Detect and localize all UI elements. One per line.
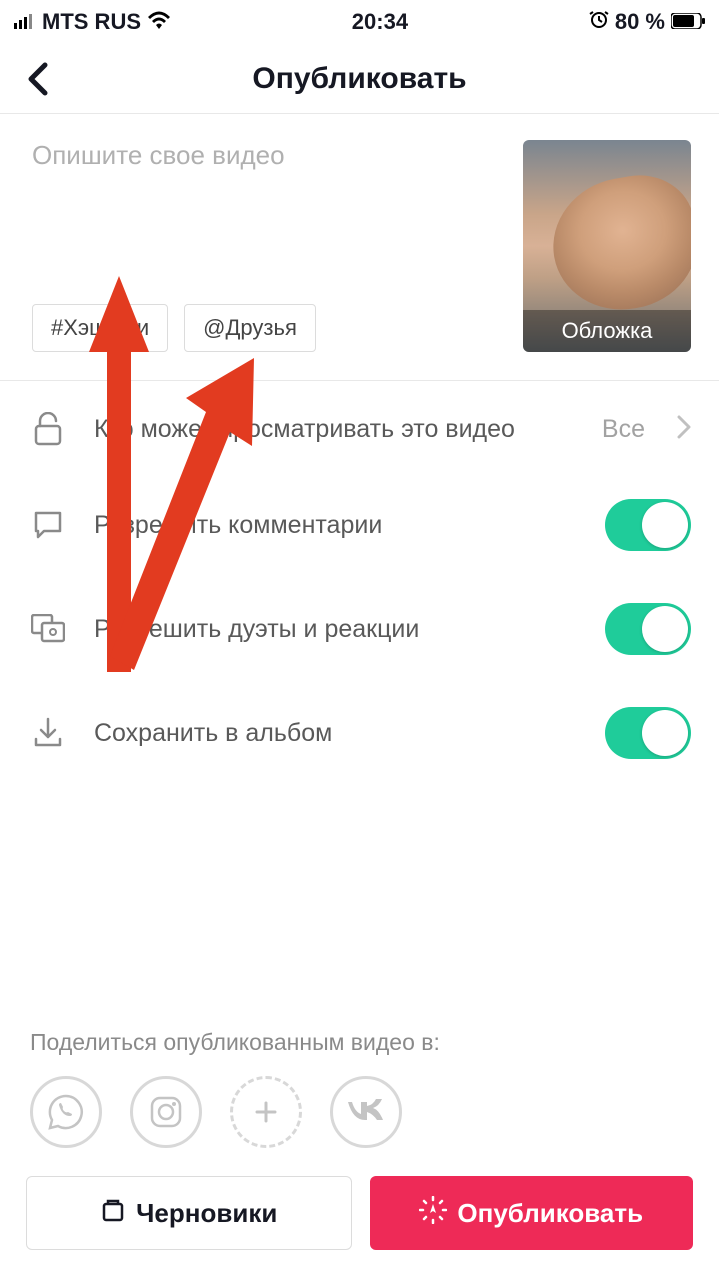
caption-input[interactable]: Опишите свое видео xyxy=(32,140,503,171)
instagram-icon xyxy=(147,1093,185,1131)
share-section: Поделиться опубликованным видео в: xyxy=(0,1029,719,1148)
cover-label: Обложка xyxy=(523,310,691,352)
settings-list: Кто может просматривать это видео Все Ра… xyxy=(0,381,719,789)
share-whatsapp[interactable] xyxy=(30,1076,102,1148)
chevron-right-icon xyxy=(677,415,691,444)
cover-thumbnail[interactable]: Обложка xyxy=(523,140,691,352)
hashtag-chip-label: #Хэштеги xyxy=(51,315,149,341)
back-button[interactable] xyxy=(18,59,58,99)
share-label: Поделиться опубликованным видео в: xyxy=(30,1029,689,1056)
publish-label: Опубликовать xyxy=(457,1198,643,1229)
comment-icon xyxy=(30,507,66,543)
nav-header: Опубликовать xyxy=(0,44,719,114)
drafts-icon xyxy=(100,1197,126,1230)
status-bar: MTS RUS 20:34 80 % xyxy=(0,0,719,44)
alarm-icon xyxy=(589,9,609,35)
duets-label: Разрешить дуэты и реакции xyxy=(94,615,577,644)
plus-icon xyxy=(251,1097,281,1127)
battery-percent: 80 % xyxy=(615,9,665,35)
publish-button[interactable]: Опубликовать xyxy=(370,1176,694,1250)
comments-toggle[interactable] xyxy=(605,499,691,551)
share-add-story[interactable] xyxy=(230,1076,302,1148)
wifi-icon xyxy=(147,9,171,35)
status-time: 20:34 xyxy=(352,9,408,35)
download-icon xyxy=(30,715,66,751)
caption-area: Опишите свое видео #Хэштеги @Друзья Обло… xyxy=(0,114,719,381)
friends-chip-label: @Друзья xyxy=(203,315,297,341)
duets-row: Разрешить дуэты и реакции xyxy=(0,577,719,681)
bottom-bar: Черновики Опубликовать xyxy=(0,1156,719,1280)
duets-toggle[interactable] xyxy=(605,603,691,655)
status-right: 80 % xyxy=(589,9,705,35)
save-toggle[interactable] xyxy=(605,707,691,759)
friends-chip[interactable]: @Друзья xyxy=(184,304,316,352)
publish-icon xyxy=(419,1196,447,1231)
comments-row: Разрешить комментарии xyxy=(0,473,719,577)
comments-label: Разрешить комментарии xyxy=(94,511,577,540)
privacy-row[interactable]: Кто может просматривать это видео Все xyxy=(0,385,719,473)
vk-icon xyxy=(345,1099,387,1125)
share-vk[interactable] xyxy=(330,1076,402,1148)
lock-icon xyxy=(30,411,66,447)
save-row: Сохранить в альбом xyxy=(0,681,719,785)
chevron-left-icon xyxy=(27,61,49,97)
duet-icon xyxy=(30,611,66,647)
drafts-label: Черновики xyxy=(136,1198,277,1229)
page-title: Опубликовать xyxy=(0,62,719,96)
share-instagram[interactable] xyxy=(130,1076,202,1148)
privacy-label: Кто может просматривать это видео xyxy=(94,415,574,444)
battery-icon xyxy=(671,9,705,35)
save-label: Сохранить в альбом xyxy=(94,719,577,748)
drafts-button[interactable]: Черновики xyxy=(26,1176,352,1250)
status-left: MTS RUS xyxy=(14,9,171,35)
hashtag-chip[interactable]: #Хэштеги xyxy=(32,304,168,352)
whatsapp-icon xyxy=(47,1093,85,1131)
privacy-value: Все xyxy=(602,415,645,444)
carrier-label: MTS RUS xyxy=(42,9,141,35)
signal-icon xyxy=(14,9,36,35)
